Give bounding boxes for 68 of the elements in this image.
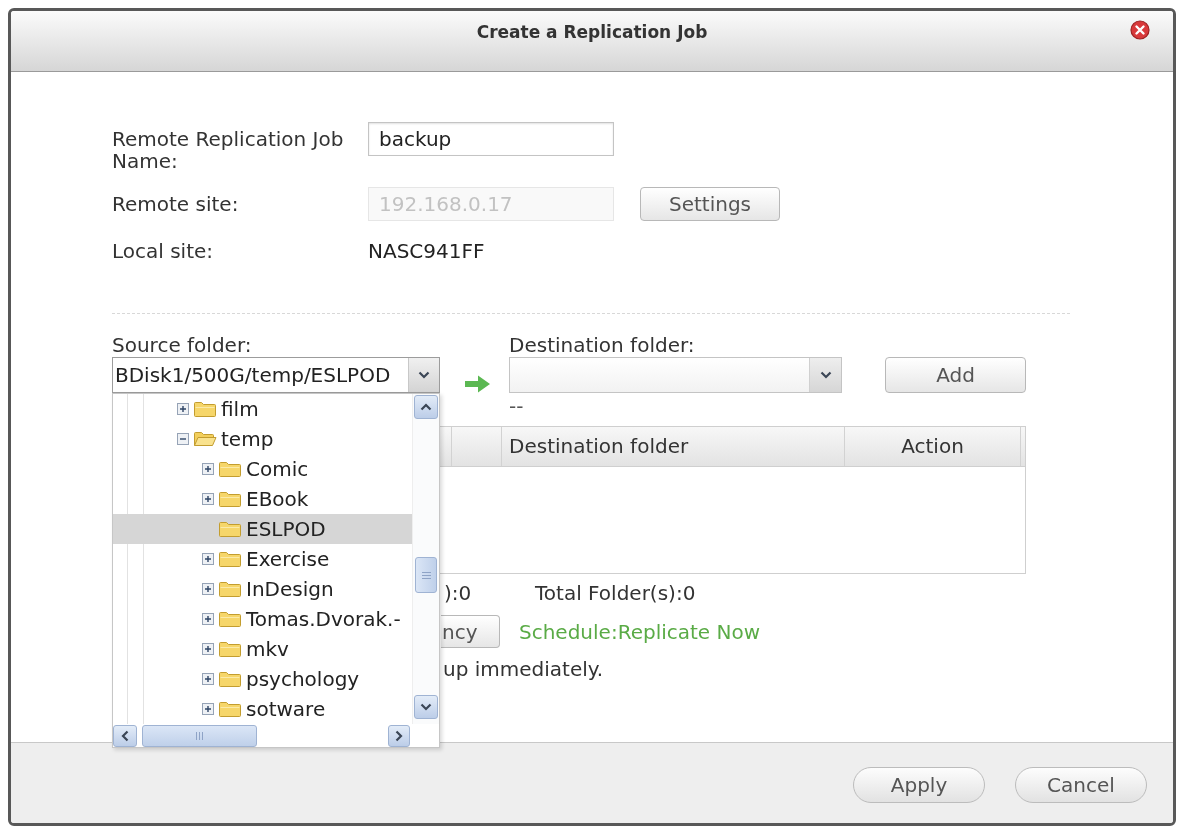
chevron-up-icon: [420, 403, 432, 411]
schedule-text: Schedule:Replicate Now: [519, 618, 761, 646]
destination-path-text: --: [509, 394, 524, 418]
close-icon[interactable]: [1130, 20, 1150, 40]
column-header: Action: [845, 427, 1021, 466]
plus-box-icon[interactable]: [202, 583, 214, 595]
tree-item[interactable]: InDesign: [113, 574, 412, 604]
count-text: ):0: [444, 581, 472, 605]
tree-item[interactable]: psychology: [113, 664, 412, 694]
plus-box-icon[interactable]: [177, 403, 189, 415]
tree-item[interactable]: ESLPOD: [113, 514, 412, 544]
folder-icon: [218, 460, 242, 478]
field-label: Remote Replication Job Name:: [112, 126, 345, 172]
folder-icon: [193, 400, 217, 418]
scroll-down-button[interactable]: [414, 695, 438, 719]
chevron-down-icon: [420, 703, 432, 711]
folder-icon: [218, 520, 242, 538]
plus-box-icon[interactable]: [202, 463, 214, 475]
tree-item[interactable]: Comic: [113, 454, 412, 484]
add-button[interactable]: Add: [885, 357, 1026, 393]
schedule-button[interactable]: ncy: [441, 615, 500, 648]
job-name-input[interactable]: backup: [368, 122, 614, 156]
tree-item[interactable]: EBook: [113, 484, 412, 514]
folder-icon: [218, 490, 242, 508]
count-text: Total Folder(s):0: [535, 581, 696, 605]
tree-item[interactable]: Tomas.Dvorak.-: [113, 604, 412, 634]
plus-box-icon[interactable]: [202, 493, 214, 505]
apply-button[interactable]: Apply: [853, 767, 985, 803]
field-label: Local site:: [112, 238, 215, 264]
dropdown-button[interactable]: [809, 358, 841, 392]
folder-icon: [218, 610, 242, 628]
plus-box-icon[interactable]: [202, 673, 214, 685]
source-folder-select[interactable]: BDisk1/500G/temp/ESLPOD: [112, 357, 440, 393]
dropdown-button[interactable]: [408, 358, 439, 392]
local-site-value: NASC941FF: [368, 238, 485, 264]
folder-icon: [218, 550, 242, 568]
field-label: Remote site:: [112, 191, 240, 217]
chevron-left-icon: [121, 729, 129, 742]
folder-icon: [218, 670, 242, 688]
scroll-right-button[interactable]: [388, 724, 410, 747]
chevron-right-icon: [395, 729, 403, 742]
field-label: Destination folder:: [509, 334, 695, 356]
plus-box-icon[interactable]: [202, 613, 214, 625]
plus-box-icon[interactable]: [202, 703, 214, 715]
tree-item[interactable]: film: [113, 394, 412, 424]
folder-icon: [218, 700, 242, 718]
tree-item[interactable]: temp: [113, 424, 412, 454]
note-text: up immediately.: [443, 657, 604, 681]
cancel-button[interactable]: Cancel: [1015, 767, 1147, 803]
dialog-title: Create a Replication Job: [476, 21, 708, 44]
tree-item[interactable]: Exercise: [113, 544, 412, 574]
chevron-down-icon: [819, 371, 832, 379]
scrollbar-thumb[interactable]: [142, 724, 257, 747]
minus-box-icon[interactable]: [177, 433, 189, 445]
scroll-left-button[interactable]: [113, 724, 137, 747]
scroll-up-button[interactable]: [414, 395, 438, 419]
scrollbar-thumb[interactable]: [415, 557, 437, 593]
column-header: Destination folder: [502, 427, 845, 466]
arrow-right-icon: [463, 373, 492, 395]
chevron-down-icon: [418, 371, 430, 379]
open-folder-icon: [193, 430, 217, 448]
field-label: Source folder:: [112, 334, 253, 356]
plus-box-icon[interactable]: [202, 553, 214, 565]
tree-item[interactable]: mkv: [113, 634, 412, 664]
plus-box-icon[interactable]: [202, 643, 214, 655]
folder-icon: [218, 580, 242, 598]
tree-item[interactable]: sotware: [113, 694, 412, 724]
folder-icon: [218, 640, 242, 658]
